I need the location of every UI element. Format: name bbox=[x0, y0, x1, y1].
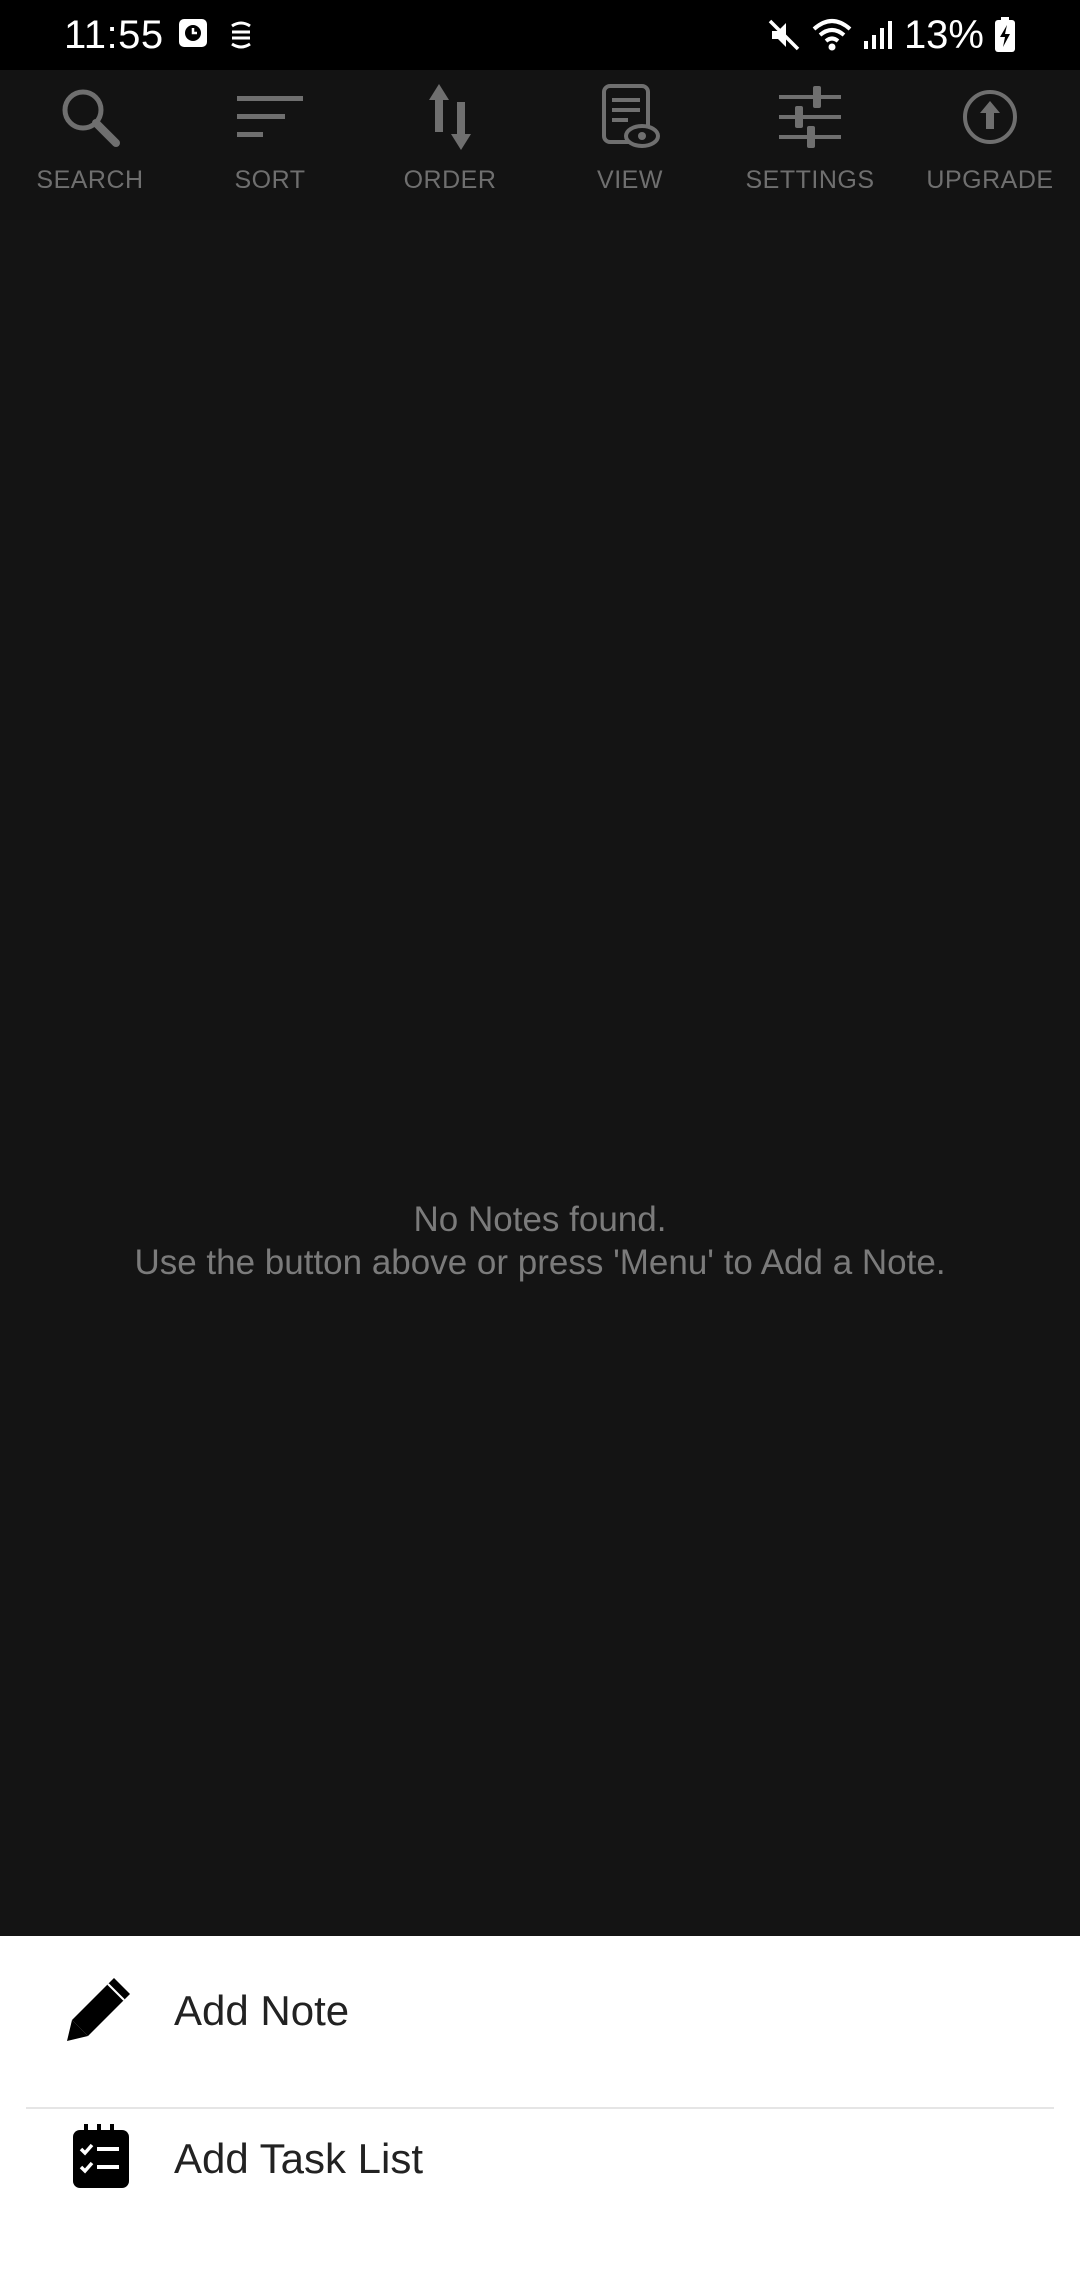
add-menu-sheet: Add Note Add Task List bbox=[0, 1936, 1080, 2282]
wifi-icon bbox=[812, 17, 852, 53]
order-icon bbox=[415, 82, 485, 152]
battery-charging-icon bbox=[994, 17, 1016, 53]
add-task-list-label: Add Task List bbox=[174, 2135, 424, 2182]
view-icon bbox=[595, 82, 665, 152]
upgrade-button[interactable]: UPGRADE bbox=[900, 82, 1080, 212]
status-bar: 11:55 13% bbox=[0, 0, 1080, 70]
pencil-icon bbox=[64, 1974, 134, 2044]
order-label: ORDER bbox=[403, 166, 497, 194]
add-task-list-button[interactable]: Add Task List bbox=[0, 2084, 1080, 2232]
settings-label: SETTINGS bbox=[745, 166, 875, 194]
signal-icon bbox=[862, 19, 894, 51]
search-icon bbox=[55, 82, 125, 152]
status-time: 11:55 bbox=[64, 13, 164, 57]
mute-icon bbox=[766, 17, 802, 53]
order-button[interactable]: ORDER bbox=[360, 82, 540, 212]
search-label: SEARCH bbox=[36, 166, 144, 194]
sort-button[interactable]: SORT bbox=[180, 82, 360, 212]
sync-icon bbox=[226, 18, 256, 57]
upgrade-label: UPGRADE bbox=[926, 166, 1054, 194]
view-button[interactable]: VIEW bbox=[540, 82, 720, 212]
settings-button[interactable]: SETTINGS bbox=[720, 82, 900, 212]
battery-percent: 13% bbox=[903, 13, 984, 57]
view-label: VIEW bbox=[597, 166, 663, 194]
sort-icon bbox=[235, 82, 305, 152]
upgrade-icon bbox=[955, 82, 1025, 152]
search-button[interactable]: SEARCH bbox=[0, 82, 180, 212]
settings-icon bbox=[775, 82, 845, 152]
empty-state-title: No Notes found. bbox=[413, 1200, 667, 1239]
empty-state-hint: Use the button above or press 'Menu' to … bbox=[134, 1243, 946, 1282]
add-note-label: Add Note bbox=[174, 1987, 350, 2034]
empty-state-message: No Notes found. Use the button above or … bbox=[0, 1198, 1080, 1284]
notes-list-area: No Notes found. Use the button above or … bbox=[0, 220, 1080, 1936]
alarm-icon bbox=[178, 18, 208, 57]
add-note-button[interactable]: Add Note bbox=[0, 1936, 1080, 2084]
task-list-icon bbox=[64, 2122, 134, 2192]
sort-label: SORT bbox=[234, 166, 306, 194]
toolbar: SEARCH SORT ORDER VIEW SETTINGS UPGRADE bbox=[0, 70, 1080, 220]
